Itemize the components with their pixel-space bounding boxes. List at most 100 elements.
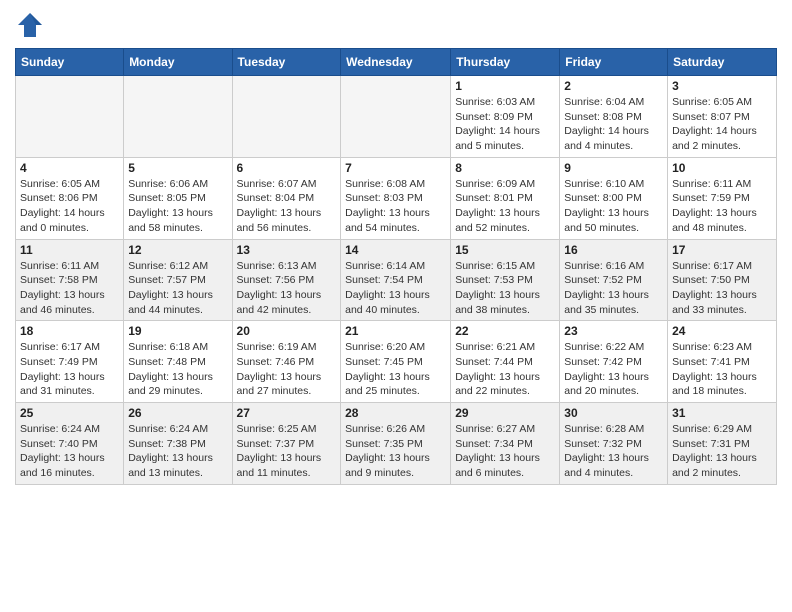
day-number: 3 bbox=[672, 79, 772, 93]
weekday-header-friday: Friday bbox=[560, 49, 668, 76]
calendar-day: 7 Sunrise: 6:08 AMSunset: 8:03 PMDaylight… bbox=[341, 157, 451, 239]
calendar: SundayMondayTuesdayWednesdayThursdayFrid… bbox=[15, 48, 777, 485]
day-info: Sunrise: 6:11 AMSunset: 7:59 PMDaylight:… bbox=[672, 177, 772, 236]
day-info: Sunrise: 6:23 AMSunset: 7:41 PMDaylight:… bbox=[672, 340, 772, 399]
weekday-header-monday: Monday bbox=[124, 49, 232, 76]
day-number: 19 bbox=[128, 324, 227, 338]
calendar-day: 22 Sunrise: 6:21 AMSunset: 7:44 PMDayligh… bbox=[451, 321, 560, 403]
day-number: 18 bbox=[20, 324, 119, 338]
calendar-day: 25 Sunrise: 6:24 AMSunset: 7:40 PMDayligh… bbox=[16, 403, 124, 485]
weekday-header-wednesday: Wednesday bbox=[341, 49, 451, 76]
weekday-header-sunday: Sunday bbox=[16, 49, 124, 76]
day-info: Sunrise: 6:05 AMSunset: 8:06 PMDaylight:… bbox=[20, 177, 119, 236]
day-number: 2 bbox=[564, 79, 663, 93]
calendar-day: 20 Sunrise: 6:19 AMSunset: 7:46 PMDayligh… bbox=[232, 321, 341, 403]
calendar-week-1: 1Sunrise: 6:03 AMSunset: 8:09 PMDaylight… bbox=[16, 76, 777, 158]
day-info: Sunrise: 6:27 AMSunset: 7:34 PMDaylight:… bbox=[455, 422, 555, 481]
day-number: 5 bbox=[128, 161, 227, 175]
calendar-day bbox=[341, 76, 451, 158]
day-number: 29 bbox=[455, 406, 555, 420]
day-number: 28 bbox=[345, 406, 446, 420]
page-header bbox=[15, 10, 777, 40]
day-number: 9 bbox=[564, 161, 663, 175]
calendar-day bbox=[124, 76, 232, 158]
calendar-day: 15 Sunrise: 6:15 AMSunset: 7:53 PMDayligh… bbox=[451, 239, 560, 321]
logo-icon bbox=[15, 10, 45, 40]
weekday-header-row: SundayMondayTuesdayWednesdayThursdayFrid… bbox=[16, 49, 777, 76]
calendar-day: 12Sunrise: 6:12 AMSunset: 7:57 PMDayligh… bbox=[124, 239, 232, 321]
day-number: 26 bbox=[128, 406, 227, 420]
day-info: Sunrise: 6:13 AMSunset: 7:56 PMDaylight:… bbox=[237, 259, 337, 318]
calendar-day: 17 Sunrise: 6:17 AMSunset: 7:50 PMDayligh… bbox=[668, 239, 777, 321]
day-number: 4 bbox=[20, 161, 119, 175]
calendar-day: 26 Sunrise: 6:24 AMSunset: 7:38 PMDayligh… bbox=[124, 403, 232, 485]
day-info: Sunrise: 6:10 AMSunset: 8:00 PMDaylight:… bbox=[564, 177, 663, 236]
day-info: Sunrise: 6:15 AMSunset: 7:53 PMDaylight:… bbox=[455, 259, 555, 318]
day-info: Sunrise: 6:03 AMSunset: 8:09 PMDaylight:… bbox=[455, 95, 555, 154]
weekday-header-saturday: Saturday bbox=[668, 49, 777, 76]
day-info: Sunrise: 6:14 AMSunset: 7:54 PMDaylight:… bbox=[345, 259, 446, 318]
day-number: 25 bbox=[20, 406, 119, 420]
calendar-day: 8 Sunrise: 6:09 AMSunset: 8:01 PMDaylight… bbox=[451, 157, 560, 239]
day-info: Sunrise: 6:12 AMSunset: 7:57 PMDaylight:… bbox=[128, 259, 227, 318]
day-info: Sunrise: 6:11 AMSunset: 7:58 PMDaylight:… bbox=[20, 259, 119, 318]
day-info: Sunrise: 6:26 AMSunset: 7:35 PMDaylight:… bbox=[345, 422, 446, 481]
calendar-day: 30Sunrise: 6:28 AMSunset: 7:32 PMDayligh… bbox=[560, 403, 668, 485]
day-number: 31 bbox=[672, 406, 772, 420]
day-info: Sunrise: 6:16 AMSunset: 7:52 PMDaylight:… bbox=[564, 259, 663, 318]
calendar-day: 16 Sunrise: 6:16 AMSunset: 7:52 PMDayligh… bbox=[560, 239, 668, 321]
day-number: 17 bbox=[672, 243, 772, 257]
day-number: 14 bbox=[345, 243, 446, 257]
day-info: Sunrise: 6:05 AMSunset: 8:07 PMDaylight:… bbox=[672, 95, 772, 154]
calendar-day: 3 Sunrise: 6:05 AMSunset: 8:07 PMDaylight… bbox=[668, 76, 777, 158]
calendar-day: 1Sunrise: 6:03 AMSunset: 8:09 PMDaylight… bbox=[451, 76, 560, 158]
day-number: 7 bbox=[345, 161, 446, 175]
day-info: Sunrise: 6:29 AMSunset: 7:31 PMDaylight:… bbox=[672, 422, 772, 481]
calendar-week-2: 4 Sunrise: 6:05 AMSunset: 8:06 PMDaylight… bbox=[16, 157, 777, 239]
day-info: Sunrise: 6:25 AMSunset: 7:37 PMDaylight:… bbox=[237, 422, 337, 481]
calendar-day: 24Sunrise: 6:23 AMSunset: 7:41 PMDayligh… bbox=[668, 321, 777, 403]
day-info: Sunrise: 6:04 AMSunset: 8:08 PMDaylight:… bbox=[564, 95, 663, 154]
calendar-day: 5 Sunrise: 6:06 AMSunset: 8:05 PMDaylight… bbox=[124, 157, 232, 239]
day-info: Sunrise: 6:17 AMSunset: 7:50 PMDaylight:… bbox=[672, 259, 772, 318]
day-info: Sunrise: 6:07 AMSunset: 8:04 PMDaylight:… bbox=[237, 177, 337, 236]
calendar-day: 28 Sunrise: 6:26 AMSunset: 7:35 PMDayligh… bbox=[341, 403, 451, 485]
day-info: Sunrise: 6:09 AMSunset: 8:01 PMDaylight:… bbox=[455, 177, 555, 236]
calendar-day: 23Sunrise: 6:22 AMSunset: 7:42 PMDayligh… bbox=[560, 321, 668, 403]
calendar-week-4: 18Sunrise: 6:17 AMSunset: 7:49 PMDayligh… bbox=[16, 321, 777, 403]
day-number: 13 bbox=[237, 243, 337, 257]
calendar-day: 31 Sunrise: 6:29 AMSunset: 7:31 PMDayligh… bbox=[668, 403, 777, 485]
day-info: Sunrise: 6:08 AMSunset: 8:03 PMDaylight:… bbox=[345, 177, 446, 236]
day-info: Sunrise: 6:24 AMSunset: 7:40 PMDaylight:… bbox=[20, 422, 119, 481]
calendar-day: 19 Sunrise: 6:18 AMSunset: 7:48 PMDayligh… bbox=[124, 321, 232, 403]
day-number: 22 bbox=[455, 324, 555, 338]
calendar-day: 4 Sunrise: 6:05 AMSunset: 8:06 PMDaylight… bbox=[16, 157, 124, 239]
calendar-day: 29 Sunrise: 6:27 AMSunset: 7:34 PMDayligh… bbox=[451, 403, 560, 485]
day-info: Sunrise: 6:21 AMSunset: 7:44 PMDaylight:… bbox=[455, 340, 555, 399]
day-info: Sunrise: 6:06 AMSunset: 8:05 PMDaylight:… bbox=[128, 177, 227, 236]
day-number: 8 bbox=[455, 161, 555, 175]
calendar-day: 11Sunrise: 6:11 AMSunset: 7:58 PMDayligh… bbox=[16, 239, 124, 321]
calendar-day bbox=[16, 76, 124, 158]
day-number: 30 bbox=[564, 406, 663, 420]
day-info: Sunrise: 6:19 AMSunset: 7:46 PMDaylight:… bbox=[237, 340, 337, 399]
calendar-day: 6 Sunrise: 6:07 AMSunset: 8:04 PMDaylight… bbox=[232, 157, 341, 239]
day-number: 20 bbox=[237, 324, 337, 338]
calendar-day: 2 Sunrise: 6:04 AMSunset: 8:08 PMDaylight… bbox=[560, 76, 668, 158]
day-info: Sunrise: 6:18 AMSunset: 7:48 PMDaylight:… bbox=[128, 340, 227, 399]
day-info: Sunrise: 6:24 AMSunset: 7:38 PMDaylight:… bbox=[128, 422, 227, 481]
day-number: 16 bbox=[564, 243, 663, 257]
day-number: 21 bbox=[345, 324, 446, 338]
calendar-week-3: 11Sunrise: 6:11 AMSunset: 7:58 PMDayligh… bbox=[16, 239, 777, 321]
day-number: 10 bbox=[672, 161, 772, 175]
logo bbox=[15, 10, 49, 40]
calendar-day: 9 Sunrise: 6:10 AMSunset: 8:00 PMDaylight… bbox=[560, 157, 668, 239]
calendar-day: 21Sunrise: 6:20 AMSunset: 7:45 PMDayligh… bbox=[341, 321, 451, 403]
day-number: 27 bbox=[237, 406, 337, 420]
day-number: 15 bbox=[455, 243, 555, 257]
calendar-day: 18Sunrise: 6:17 AMSunset: 7:49 PMDayligh… bbox=[16, 321, 124, 403]
calendar-day: 27 Sunrise: 6:25 AMSunset: 7:37 PMDayligh… bbox=[232, 403, 341, 485]
day-number: 6 bbox=[237, 161, 337, 175]
day-info: Sunrise: 6:22 AMSunset: 7:42 PMDaylight:… bbox=[564, 340, 663, 399]
calendar-day: 14 Sunrise: 6:14 AMSunset: 7:54 PMDayligh… bbox=[341, 239, 451, 321]
